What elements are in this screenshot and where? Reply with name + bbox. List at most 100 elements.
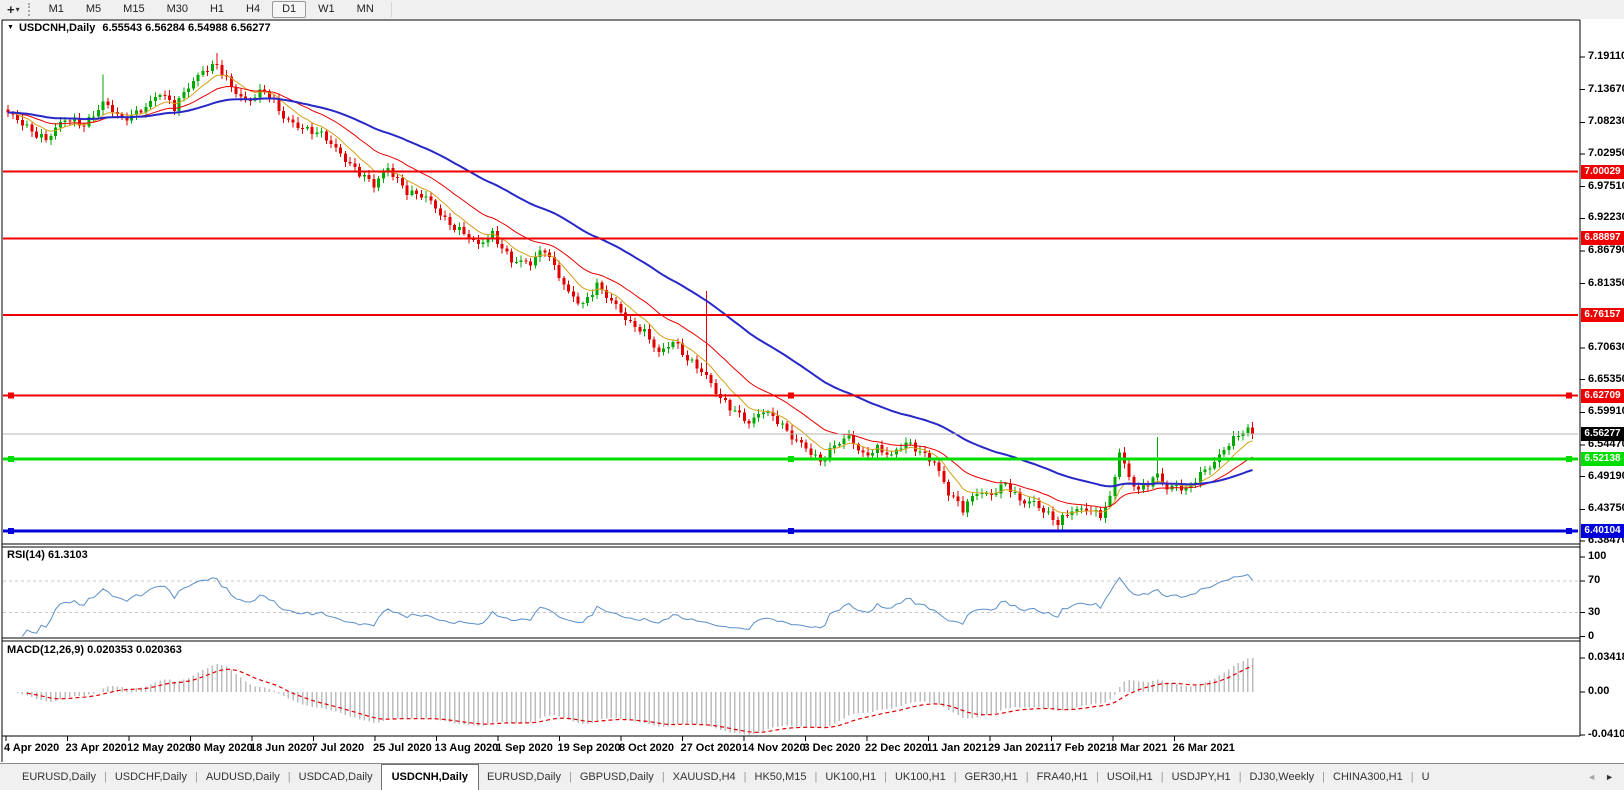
tab-usdcnh-daily[interactable]: USDCNH,Daily: [380, 764, 480, 790]
date-axis-label: 22 Dec 2020: [865, 742, 928, 754]
date-axis-label: 3 Dec 2020: [803, 742, 861, 754]
current-price-tag: 6.56277: [1581, 427, 1624, 441]
tab-gbpusd-daily[interactable]: GBPUSD,Daily: [572, 764, 662, 790]
hline-price-tag: 6.76157: [1581, 308, 1624, 322]
date-axis-label: 18 Jun 2020: [250, 742, 313, 754]
chart-tabs: EURUSD,Daily | USDCHF,Daily | AUDUSD,Daily | U…: [0, 764, 1583, 790]
timeframe-button-h1[interactable]: H1: [200, 1, 234, 18]
hline-price-tag: 6.88897: [1581, 231, 1624, 245]
rsi-line: [21, 574, 1253, 637]
hline-drag-marker[interactable]: [8, 528, 14, 535]
tab-uk100-h1[interactable]: UK100,H1: [887, 764, 954, 790]
chart-tab-bar: EURUSD,Daily | USDCHF,Daily | AUDUSD,Daily | U…: [0, 763, 1624, 790]
chart-ohlc-values: 6.55543 6.56284 6.54988 6.56277: [102, 22, 271, 34]
ma-line-20: [7, 85, 1253, 508]
tab-eurusd-daily[interactable]: EURUSD,Daily: [14, 764, 104, 790]
timeframe-button-m1[interactable]: M1: [39, 1, 74, 18]
macd-axis-label: -0.041095: [1588, 728, 1624, 740]
date-axis-label: 12 May 2020: [127, 742, 192, 754]
ma-line-8: [7, 74, 1253, 514]
date-axis-label: 14 Nov 2020: [742, 742, 806, 754]
date-axis-label: 27 Oct 2020: [680, 742, 742, 754]
mt4-chart-window: + ▾ M1 M5 M15 M30 H1 H4 D1 W1 MN ▼ USDCNH,Daily 6.…: [0, 0, 1624, 790]
timeframe-button-d1[interactable]: D1: [272, 1, 307, 18]
hline-drag-marker[interactable]: [788, 528, 794, 535]
macd-indicator-label: MACD(12,26,9) 0.020353 0.020363: [7, 644, 182, 656]
date-axis-label: 25 Jul 2020: [373, 742, 432, 754]
hline-price-tag: 7.00029: [1581, 165, 1624, 179]
hline-drag-marker[interactable]: [1566, 392, 1572, 399]
tab-scroll-left-icon[interactable]: ◄: [1587, 772, 1596, 782]
chart-title: ▼ USDCNH,Daily 6.55543 6.56284 6.54988 6.5…: [7, 22, 271, 34]
hline-drag-marker[interactable]: [1566, 455, 1572, 462]
timeframe-button-m5[interactable]: M5: [76, 1, 111, 18]
hline-drag-marker[interactable]: [8, 392, 14, 399]
timeframe-button-h4[interactable]: H4: [236, 1, 270, 18]
price-axis-label: 6.49190: [1588, 469, 1624, 482]
chart-graphics[interactable]: [0, 0, 1624, 790]
price-axis-label: 7.08230: [1588, 115, 1624, 128]
macd-axis-label: 0.00: [1588, 685, 1610, 697]
hline-drag-marker[interactable]: [8, 455, 14, 462]
hline-price-tag: 6.40104: [1581, 524, 1624, 538]
price-axis-label: 6.59910: [1588, 405, 1624, 418]
price-axis-label: 7.19110: [1588, 49, 1624, 62]
timeframe-toolbar: M1 M5 M15 M30 H1 H4 D1 W1 MN: [38, 1, 385, 18]
tab-dj30-weekly[interactable]: DJ30,Weekly: [1242, 764, 1323, 790]
date-axis-label: 13 Aug 2020: [434, 742, 499, 754]
timeframe-button-w1[interactable]: W1: [308, 1, 345, 18]
hline-drag-marker[interactable]: [1566, 528, 1572, 535]
hline-price-tag: 6.52138: [1581, 452, 1624, 466]
tab-fra40-h1[interactable]: FRA40,H1: [1029, 764, 1096, 790]
date-axis-label: 17 Feb 2021: [1049, 742, 1112, 754]
price-axis-label: 6.92230: [1588, 211, 1624, 224]
rsi-axis-label: 0: [1588, 629, 1595, 642]
date-axis-label: 11 Jan 2021: [926, 742, 988, 754]
tab-ger30-h1[interactable]: GER30,H1: [957, 764, 1026, 790]
hline-drag-marker[interactable]: [788, 392, 794, 399]
tab-hk50-m15[interactable]: HK50,M15: [747, 764, 815, 790]
tab-xauusd-h4[interactable]: XAUUSD,H4: [665, 764, 744, 790]
chart-symbol-period: USDCNH,Daily: [18, 22, 96, 34]
date-axis-label: 8 Mar 2021: [1111, 742, 1168, 754]
date-axis-label: 30 May 2020: [188, 742, 253, 754]
moving-average-lines: [7, 74, 1253, 514]
rsi-axis-label: 70: [1588, 573, 1601, 586]
tab-usdchf-daily[interactable]: USDCHF,Daily: [107, 764, 195, 790]
toolbar: + ▾ M1 M5 M15 M30 H1 H4 D1 W1 MN: [0, 0, 1624, 19]
ma-line-50: [7, 97, 1253, 488]
date-axis-label: 7 Jul 2020: [311, 742, 365, 754]
price-axis-label: 6.65350: [1588, 372, 1624, 385]
tab-usdcad-daily[interactable]: USDCAD,Daily: [291, 764, 381, 790]
tab-u[interactable]: U: [1414, 764, 1438, 790]
date-axis-label: 23 Apr 2020: [65, 742, 127, 754]
tab-usoil-h1[interactable]: USOil,H1: [1099, 764, 1161, 790]
price-axis-label: 6.81350: [1588, 276, 1624, 289]
price-axis-label: 7.02950: [1588, 146, 1624, 159]
panel-frame: [1, 19, 1581, 762]
timeframe-button-m15[interactable]: M15: [113, 1, 154, 18]
support-resistance-lines[interactable]: [3, 170, 1578, 535]
timeframe-button-mn[interactable]: MN: [347, 1, 384, 18]
crosshair-tool-icon[interactable]: +: [7, 2, 15, 18]
hline-drag-marker[interactable]: [788, 455, 794, 462]
hline-price-tag: 6.62709: [1581, 389, 1624, 403]
timeframe-button-m30[interactable]: M30: [157, 1, 198, 18]
tab-scroll-right-icon[interactable]: ►: [1605, 772, 1614, 782]
tab-audusd-daily[interactable]: AUDUSD,Daily: [198, 764, 288, 790]
date-axis-label: 26 Mar 2021: [1172, 742, 1235, 754]
date-axis-label: 4 Apr 2020: [4, 742, 60, 754]
tab-china300-h1[interactable]: CHINA300,H1: [1325, 764, 1411, 790]
toolbar-grip-handle[interactable]: [27, 3, 30, 16]
chart-collapse-caret-icon[interactable]: ▼: [7, 24, 14, 31]
rsi-axis-label: 100: [1588, 550, 1607, 562]
price-axis-label: 6.70630: [1588, 340, 1624, 353]
tab-uk100-h1[interactable]: UK100,H1: [817, 764, 884, 790]
date-axis-label: 19 Sep 2020: [557, 742, 621, 754]
tab-usdjpy-h1[interactable]: USDJPY,H1: [1164, 764, 1239, 790]
rsi-indicator-label: RSI(14) 61.3103: [7, 549, 88, 561]
macd-pane: [16, 658, 1254, 735]
tab-eurusd-daily[interactable]: EURUSD,Daily: [479, 764, 569, 790]
tool-dropdown-caret-icon[interactable]: ▾: [16, 5, 20, 14]
price-axis-label: 7.13670: [1588, 82, 1624, 95]
